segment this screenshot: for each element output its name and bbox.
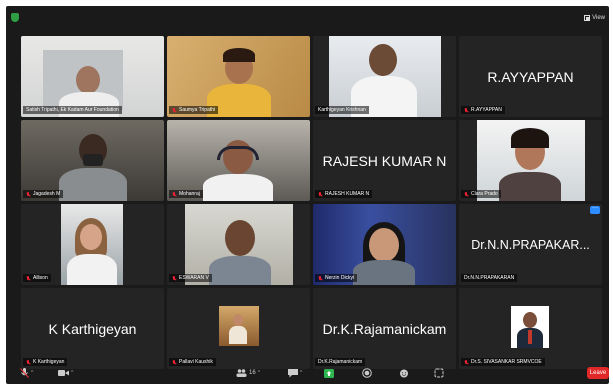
participant-tile[interactable]: Karthigeyan Krishnan <box>313 36 456 117</box>
zoom-meeting-window: View Satish Tripathi, Ek Kadam Aur Found… <box>6 6 609 384</box>
participant-video <box>185 204 293 285</box>
participants-count: 16 <box>249 370 256 376</box>
leave-button[interactable]: Leave <box>587 367 609 379</box>
muted-mic-icon <box>26 191 31 197</box>
chevron-up-icon[interactable]: ^ <box>258 370 260 376</box>
participant-display-name: K Karthigeyan <box>48 320 137 337</box>
participant-video <box>21 36 164 117</box>
participant-display-name: Dr.N.N.PRAPAKAR... <box>471 237 590 252</box>
microphone-muted-icon <box>20 368 29 378</box>
chevron-up-icon[interactable]: ^ <box>31 370 33 376</box>
top-bar: View <box>6 6 609 30</box>
participant-tile[interactable]: Dr.S. SIVASANKAR SRMVCOE <box>459 288 602 369</box>
muted-mic-icon <box>318 275 323 281</box>
reactions-icon <box>400 369 408 378</box>
participant-name-tag: Clara Prado <box>461 190 501 198</box>
participants-icon <box>236 369 247 377</box>
participants-button[interactable]: 16 ^ <box>236 367 260 379</box>
participant-name-tag: RAJESH KUMAR N <box>315 190 373 198</box>
participant-video <box>21 120 164 201</box>
participant-tile[interactable]: Mohanraj <box>167 120 310 201</box>
muted-mic-icon <box>172 107 177 113</box>
muted-mic-icon <box>172 191 177 197</box>
security-shield-icon[interactable] <box>11 13 19 22</box>
participant-tile[interactable]: ESWARAN V <box>167 204 310 285</box>
record-button[interactable] <box>362 367 372 379</box>
grid-icon <box>584 15 591 21</box>
participant-name-tag: Mohanraj <box>169 190 203 198</box>
participant-name-tag: Nerzin Dickyi <box>315 274 358 282</box>
participant-tile[interactable]: Clara Prado <box>459 120 602 201</box>
participant-tile[interactable]: Pallavi Kaushik <box>167 288 310 369</box>
share-screen-icon <box>324 368 334 378</box>
participant-tile[interactable]: Satish Tripathi, Ek Kadam Aur Foundation <box>21 36 164 117</box>
start-video-button[interactable]: ^ <box>58 367 73 379</box>
more-options-icon[interactable]: ··· <box>590 205 600 214</box>
participant-tile[interactable]: Dr.K.Rajamanickam Dr.K.Rajamanickam <box>313 288 456 369</box>
muted-mic-icon <box>464 107 469 113</box>
reactions-button[interactable] <box>399 367 409 379</box>
muted-mic-icon <box>26 275 31 281</box>
view-label: View <box>592 15 605 21</box>
apps-button[interactable] <box>434 367 444 379</box>
chat-icon <box>288 368 298 377</box>
view-button[interactable]: View <box>584 12 605 24</box>
participant-tile[interactable]: R.AYYAPPAN R.AYYAPPAN <box>459 36 602 117</box>
participant-video <box>477 120 585 201</box>
participant-display-name: Dr.K.Rajamanickam <box>322 320 447 337</box>
participant-display-name: R.AYYAPPAN <box>487 68 574 85</box>
participant-tile[interactable]: Allison <box>21 204 164 285</box>
participant-name-tag: Karthigeyan Krishnan <box>315 106 369 114</box>
participant-name-tag: Jagadesh M <box>23 190 64 198</box>
record-icon <box>362 368 372 378</box>
muted-mic-icon <box>464 191 469 197</box>
apps-icon <box>434 368 444 378</box>
participant-video <box>167 36 310 117</box>
chat-button[interactable]: ^ <box>288 367 302 379</box>
meeting-controls-toolbar: ^ ^ 16 ^ ^ Leave <box>6 362 609 384</box>
participant-name-tag: ESWARAN V <box>169 274 212 282</box>
chevron-up-icon[interactable]: ^ <box>71 370 73 376</box>
unmute-button[interactable]: ^ <box>20 367 33 379</box>
chevron-up-icon[interactable]: ^ <box>300 370 302 376</box>
muted-mic-icon <box>318 191 323 197</box>
participant-tile[interactable]: Jagadesh M <box>21 120 164 201</box>
participant-display-name: RAJESH KUMAR N <box>322 152 447 169</box>
participant-tile[interactable]: ··· Dr.N.N.PRAPAKAR... Dr.N.N.PRAPAKARAN <box>459 204 602 285</box>
participant-video <box>313 204 456 285</box>
participant-video <box>167 120 310 201</box>
participant-video <box>61 204 123 285</box>
participant-tile[interactable]: Nerzin Dickyi <box>313 204 456 285</box>
participant-video <box>219 306 259 346</box>
participant-name-tag: R.AYYAPPAN <box>461 106 505 114</box>
participant-tile[interactable]: K Karthigeyan K Karthigeyan <box>21 288 164 369</box>
participant-video <box>329 36 441 117</box>
share-screen-button[interactable] <box>324 367 334 379</box>
participant-name-tag: Satish Tripathi, Ek Kadam Aur Foundation <box>23 106 122 114</box>
participant-tile[interactable]: Saumya Tripathi <box>167 36 310 117</box>
participant-name-tag: Saumya Tripathi <box>169 106 219 114</box>
participant-tile[interactable]: RAJESH KUMAR N RAJESH KUMAR N <box>313 120 456 201</box>
muted-mic-icon <box>172 275 177 281</box>
video-camera-icon <box>58 370 69 376</box>
participant-name-tag: Allison <box>23 274 51 282</box>
participant-name-tag: Dr.N.N.PRAPAKARAN <box>461 274 518 282</box>
participant-video <box>511 306 549 348</box>
